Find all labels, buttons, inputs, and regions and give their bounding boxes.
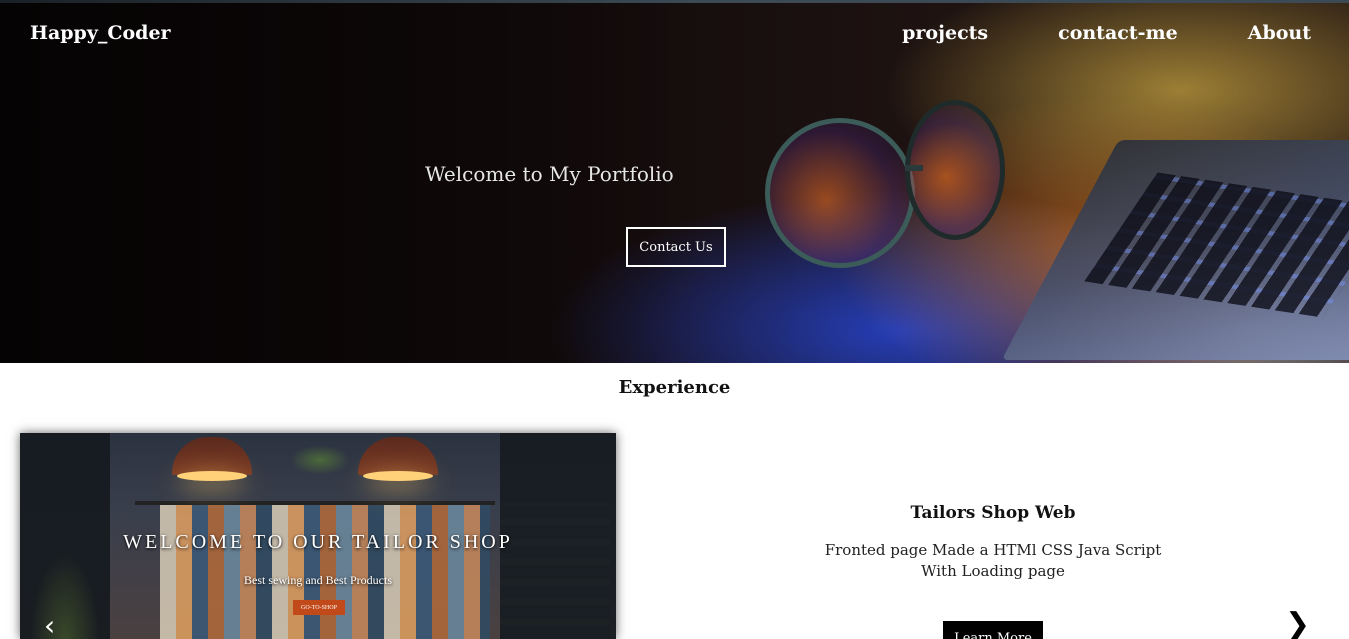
project-image-subtitle: Best sewing and Best Products: [244, 573, 392, 587]
hero-title: Welcome to My Portfolio: [425, 162, 674, 186]
brand-logo[interactable]: Happy_Coder: [30, 22, 171, 44]
nav-about[interactable]: About: [1248, 22, 1311, 44]
project-description-line: With Loading page: [921, 562, 1065, 580]
hero-section: Happy_Coder projects contact-me About We…: [0, 0, 1349, 363]
experience-heading: Experience: [618, 377, 731, 398]
next-slide-icon[interactable]: ❯: [1285, 610, 1310, 639]
hero-glasses-lens-left: [765, 118, 915, 268]
plant-left: [30, 553, 100, 639]
nav-contact-me[interactable]: contact-me: [1058, 22, 1178, 44]
main-nav: projects contact-me About: [902, 22, 1311, 44]
project-description-line: Fronted page Made a HTMl CSS Java Script: [824, 541, 1162, 559]
project-image-title: WELCOME TO OUR TAILOR SHOP: [123, 531, 513, 553]
project-description: Fronted page Made a HTMl CSS Java Script…: [700, 540, 1286, 582]
go-to-shop-button: GO-TO-SHOP: [293, 600, 345, 615]
learn-more-button[interactable]: Learn More: [943, 621, 1043, 639]
contact-us-button[interactable]: Contact Us: [626, 227, 726, 267]
hero-glasses-bridge: [905, 165, 923, 171]
plant-top: [290, 445, 350, 475]
nav-projects[interactable]: projects: [902, 22, 988, 44]
project-title: Tailors Shop Web: [910, 503, 1076, 523]
project-image: WELCOME TO OUR TAILOR SHOP Best sewing a…: [20, 433, 616, 639]
prev-slide-icon[interactable]: ‹: [44, 612, 55, 639]
